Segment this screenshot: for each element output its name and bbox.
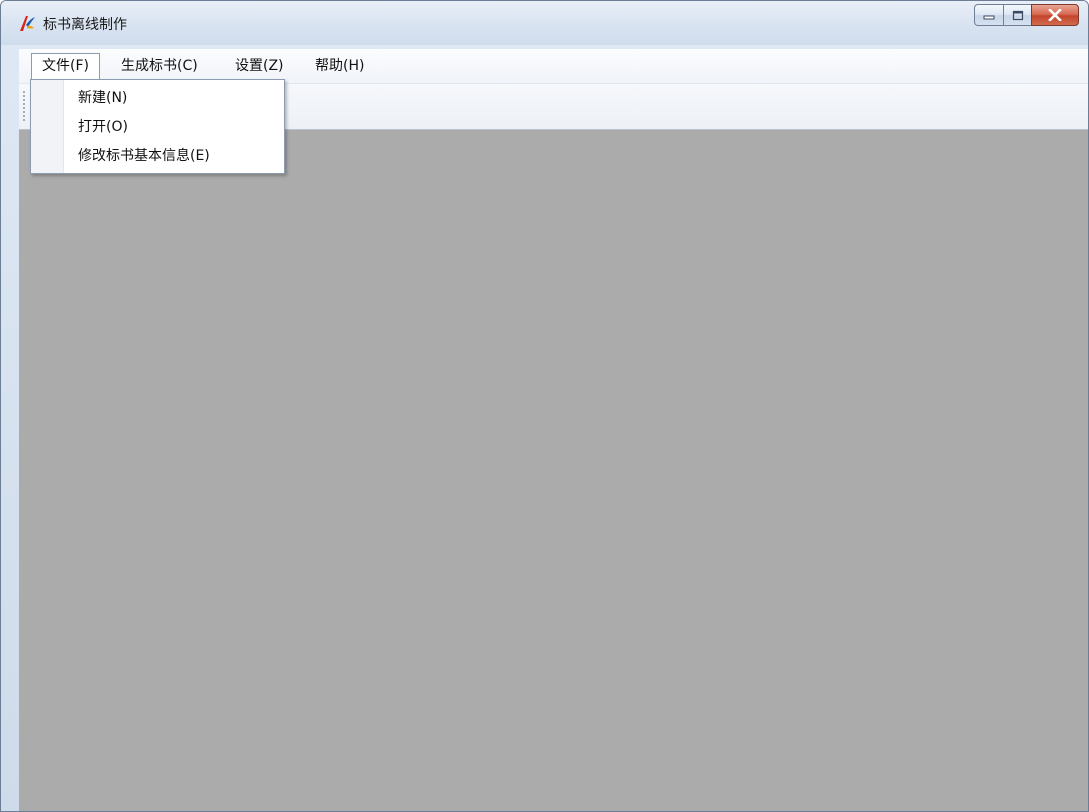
- menu-item-open[interactable]: 打开(O): [64, 113, 282, 141]
- close-icon: [1048, 9, 1062, 21]
- menu-generate[interactable]: 生成标书(C): [111, 53, 208, 79]
- maximize-button[interactable]: [1003, 4, 1031, 26]
- minimize-icon: [983, 10, 995, 20]
- title-bar[interactable]: 标书离线制作: [1, 1, 1088, 45]
- menu-file[interactable]: 文件(F): [31, 53, 100, 79]
- toolbar-grip-icon[interactable]: [23, 90, 25, 122]
- menu-help[interactable]: 帮助(H): [305, 53, 374, 79]
- maximize-icon: [1012, 10, 1024, 21]
- app-logo-icon: [17, 13, 37, 33]
- menu-item-edit-info[interactable]: 修改标书基本信息(E): [64, 142, 282, 170]
- app-window: 标书离线制作 文件(F) 生成标书(C) 设置(Z) 帮助(H) 新建(N) 打…: [0, 0, 1089, 812]
- minimize-button[interactable]: [974, 4, 1003, 26]
- menu-settings[interactable]: 设置(Z): [225, 53, 294, 79]
- window-controls: [974, 4, 1079, 28]
- close-button[interactable]: [1031, 4, 1079, 26]
- file-menu-dropdown: 新建(N) 打开(O) 修改标书基本信息(E): [30, 79, 285, 174]
- menu-item-new[interactable]: 新建(N): [64, 84, 282, 112]
- window-title: 标书离线制作: [43, 17, 127, 33]
- menu-icon-column: [31, 80, 64, 173]
